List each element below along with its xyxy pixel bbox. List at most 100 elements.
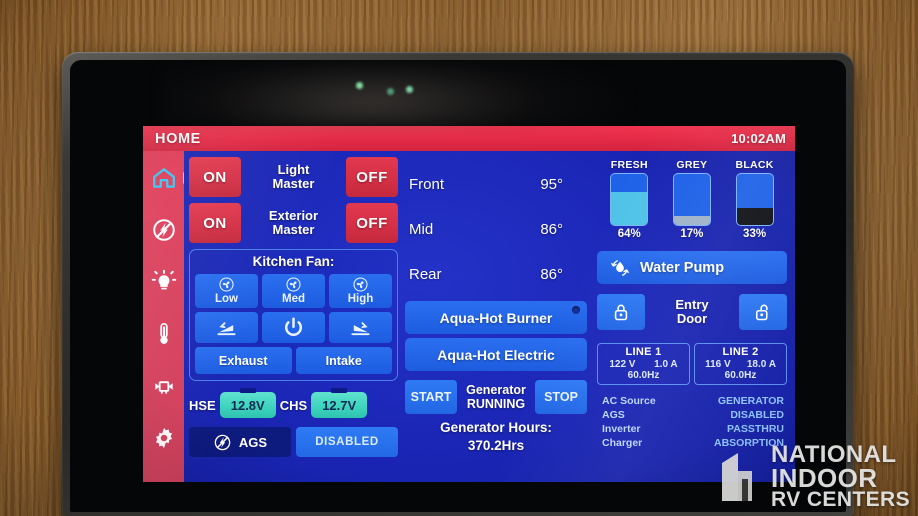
- generator-state: RUNNING: [466, 397, 526, 411]
- tank-fresh[interactable]: FRESH 64%: [610, 159, 649, 240]
- generator-control-row: START Generator RUNNING STOP: [405, 380, 587, 414]
- top-bar: HOME 10:02AM: [143, 126, 795, 151]
- exterior-master-off-button[interactable]: OFF: [346, 203, 398, 243]
- status-led: [356, 82, 363, 89]
- lock-open-icon: [755, 304, 768, 321]
- rv-control-screen: HOME 10:02AM ON Light Master OFF ON Exte…: [143, 126, 795, 482]
- ags-state-badge[interactable]: DISABLED: [296, 427, 398, 457]
- generator-stop-button[interactable]: STOP: [535, 380, 587, 414]
- status-value: PASSTHRU: [727, 422, 784, 435]
- temp-zone-label: Rear: [409, 266, 442, 283]
- fan-power-button[interactable]: [262, 312, 325, 343]
- entry-door-lock-button[interactable]: [597, 294, 645, 330]
- sidebar-nav: [143, 151, 190, 482]
- temp-zone-value: 86°: [540, 266, 563, 283]
- fan-icon: [219, 277, 234, 292]
- generator-status: Generator RUNNING: [460, 380, 532, 414]
- generator-hours-value: 370.2Hrs: [467, 438, 525, 453]
- tank-name: BLACK: [735, 159, 774, 171]
- vent-open-button[interactable]: [195, 312, 258, 343]
- entry-door-label-line2: Door: [676, 311, 708, 326]
- aqua-hot-burner-button[interactable]: Aqua-Hot Burner: [405, 301, 587, 334]
- status-row-inverter: Inverter PASSTHRU: [602, 423, 784, 437]
- kitchen-fan-controls: [195, 312, 392, 343]
- power-icon: [285, 317, 302, 336]
- chs-battery-gauge[interactable]: 12.7V: [311, 388, 368, 418]
- generator-start-button[interactable]: START: [405, 380, 457, 414]
- temperature-row-front[interactable]: Front 95°: [409, 162, 585, 207]
- sidebar-item-home[interactable]: [149, 163, 190, 193]
- line-name: LINE 2: [722, 346, 759, 358]
- kitchen-fan-title: Kitchen Fan:: [252, 254, 335, 269]
- entry-door-label: Entry Door: [649, 294, 735, 330]
- fan-speed-low-button[interactable]: Low: [195, 274, 258, 308]
- status-key: AGS: [602, 408, 625, 421]
- fan-speed-high-button[interactable]: High: [329, 274, 392, 308]
- temp-zone-value: 95°: [540, 176, 563, 193]
- status-value: DISABLED: [730, 408, 784, 421]
- ags-label: AGS: [238, 434, 268, 450]
- tank-gauge: [672, 173, 711, 226]
- light-master-on-button[interactable]: ON: [189, 157, 241, 197]
- status-key: AC Source: [602, 395, 656, 407]
- temperature-row-mid[interactable]: Mid 86°: [409, 207, 585, 252]
- fan-intake-button[interactable]: Intake: [295, 347, 392, 374]
- water-pump-button[interactable]: Water Pump: [597, 251, 787, 284]
- aqua-hot-electric-button[interactable]: Aqua-Hot Electric: [405, 338, 587, 371]
- sidebar-item-climate[interactable]: [149, 319, 179, 349]
- tank-grey[interactable]: GREY 17%: [672, 159, 711, 240]
- clock: 10:02AM: [731, 131, 786, 146]
- power-line-1: LINE 1 122 V 1.0 A 60.0Hz: [597, 343, 690, 385]
- sidebar-item-power[interactable]: [149, 215, 179, 245]
- tank-fill: [673, 216, 710, 225]
- exterior-master-label: Exterior Master: [268, 208, 319, 237]
- entry-door-label-line1: Entry: [675, 296, 709, 312]
- fan-speed-high-label: High: [347, 293, 374, 306]
- tank-icon: [154, 381, 173, 394]
- ags-button[interactable]: AGS: [189, 427, 291, 457]
- battery-row: HSE 12.8V CHS 12.7V: [189, 388, 398, 421]
- status-led: [387, 88, 394, 95]
- exterior-master-on-button[interactable]: ON: [189, 203, 241, 243]
- line-name: LINE 1: [625, 346, 662, 358]
- status-row-charger: Charger ABSORPTION: [602, 437, 784, 451]
- light-master-off-button[interactable]: OFF: [346, 157, 398, 197]
- tank-levels: FRESH 64% GREY 17% BLACK 33%: [594, 157, 790, 240]
- chs-battery-label: CHS: [279, 397, 308, 413]
- hse-battery-voltage: 12.8V: [219, 392, 276, 418]
- water-pump-label: Water Pump: [640, 259, 725, 276]
- chs-battery-voltage: 12.7V: [311, 392, 368, 418]
- battery-terminal: [331, 388, 348, 393]
- line-hz: 60.0Hz: [724, 370, 757, 381]
- entry-door-unlock-button[interactable]: [739, 294, 787, 330]
- vent-close-icon: [351, 322, 370, 336]
- fan-speed-low-label: Low: [215, 293, 238, 306]
- tank-fill: [736, 208, 773, 225]
- sidebar-item-tanks[interactable]: [149, 371, 179, 401]
- status-led: [406, 86, 413, 93]
- middle-column: Front 95° Mid 86° Rear 86° Aqua-Hot Burn…: [403, 157, 589, 477]
- tank-percent: 17%: [680, 228, 704, 240]
- lock-closed-icon: [614, 304, 628, 321]
- status-row-ac-source: AC Source GENERATOR: [602, 395, 784, 409]
- tank-gauge: [735, 173, 774, 226]
- sidebar-item-lighting[interactable]: [149, 267, 179, 297]
- fan-speed-med-label: Med: [282, 293, 305, 306]
- status-value: ABSORPTION: [713, 436, 784, 449]
- vent-close-button[interactable]: [329, 312, 392, 343]
- page-title: HOME: [155, 130, 201, 147]
- temp-zone-value: 86°: [540, 221, 563, 238]
- tank-percent: 33%: [743, 228, 767, 240]
- hse-battery-gauge[interactable]: 12.8V: [219, 388, 276, 418]
- sidebar-item-settings[interactable]: [149, 423, 179, 453]
- temperature-row-rear[interactable]: Rear 86°: [409, 252, 585, 297]
- aqua-hot-electric-label: Aqua-Hot Electric: [437, 346, 555, 363]
- vent-open-icon: [217, 322, 236, 336]
- fan-exhaust-button[interactable]: Exhaust: [195, 347, 292, 374]
- line-amps: 18.0 A: [746, 359, 776, 370]
- tank-black[interactable]: BLACK 33%: [735, 159, 774, 240]
- aqua-hot-burner-indicator: [572, 306, 580, 314]
- fan-speed-med-button[interactable]: Med: [262, 274, 325, 308]
- battery-terminal: [239, 388, 256, 393]
- tank-percent: 64%: [617, 228, 641, 240]
